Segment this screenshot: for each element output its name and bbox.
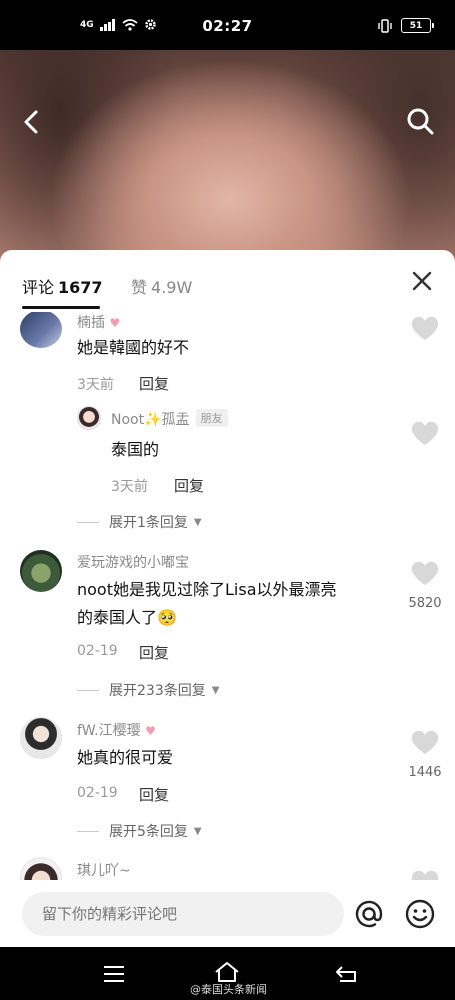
tab-likes-count: 4.9W <box>151 278 193 297</box>
comment-text-line: 的泰国人了🥺 <box>77 608 177 627</box>
broken-heart-icon: ♥ <box>109 316 121 330</box>
watermark: @泰国头条新闻 <box>190 983 267 996</box>
avatar[interactable] <box>20 312 62 348</box>
friend-badge: 朋友 <box>195 409 228 427</box>
emoji-icon[interactable] <box>404 898 436 930</box>
chevron-down-icon: ▼ <box>211 684 220 696</box>
comment-sheet: 评论 1677 赞 4.9W 楠插 ♥ 她是韓國的好不 3天前 回复 Noot✨孤盂… <box>0 250 455 947</box>
active-tab-indicator <box>22 306 100 309</box>
avatar[interactable] <box>20 550 62 592</box>
comment-time: 02-19 <box>77 785 118 801</box>
expand-replies-button[interactable]: 展开1条回复 ▼ <box>77 512 202 532</box>
comment-text: 她是韓國的好不 <box>77 338 190 357</box>
reply-button[interactable]: 回复 <box>174 475 204 496</box>
status-bar: 4G 02:27 51 <box>0 0 455 50</box>
comment-item: 爱玩游戏的小嘟宝 noot她是我见过除了Lisa以外最漂亮 的泰国人了🥺 02-… <box>0 550 455 710</box>
battery-level: 51 <box>409 20 423 31</box>
comment-item: fW.江樱璎 ♥ 她真的很可爱 02-19 回复 1446 展开5条回复 ▼ <box>0 717 455 847</box>
tab-likes[interactable]: 赞 4.9W <box>131 274 192 298</box>
tab-comments[interactable]: 评论 1677 <box>22 274 103 298</box>
avatar[interactable] <box>77 406 101 430</box>
status-icons-right: 51 <box>377 18 434 33</box>
comment-time: 02-19 <box>77 643 118 659</box>
mention-at-icon[interactable] <box>353 898 385 930</box>
system-nav-bar: @泰国头条新闻 <box>0 947 455 1000</box>
like-count: 5820 <box>408 596 442 611</box>
avatar[interactable] <box>20 857 62 880</box>
reply-text: 泰国的 <box>111 440 160 459</box>
heart-like-icon[interactable] <box>410 560 440 586</box>
comment-username[interactable]: 琪儿吖~ <box>77 860 131 880</box>
comment-list[interactable]: 楠插 ♥ 她是韓國的好不 3天前 回复 Noot✨孤盂 朋友 泰国的 3天前 回复… <box>0 312 455 880</box>
comment-username[interactable]: 楠插 ♥ <box>77 312 120 332</box>
tab-comments-label: 评论 <box>22 278 55 297</box>
divider <box>77 689 99 691</box>
comment-tabs: 评论 1677 赞 4.9W <box>0 250 455 312</box>
close-icon[interactable] <box>411 270 433 292</box>
avatar[interactable] <box>20 717 62 759</box>
battery-icon: 51 <box>401 18 434 33</box>
comment-time: 3天前 <box>77 377 114 393</box>
comment-text: noot她是我见过除了Lisa以外最漂亮 的泰国人了🥺 <box>77 576 387 632</box>
vibrate-icon <box>378 18 392 33</box>
broken-heart-icon: ♥ <box>145 724 156 738</box>
reply-button[interactable]: 回复 <box>139 373 169 394</box>
chevron-down-icon: ▼ <box>193 516 202 528</box>
comment-text: 她真的很可爱 <box>77 748 174 767</box>
reply-button[interactable]: 回复 <box>139 642 169 663</box>
reply-username[interactable]: Noot✨孤盂 朋友 <box>111 409 228 429</box>
like-count: 1446 <box>408 765 442 780</box>
comment-username[interactable]: 爱玩游戏的小嘟宝 <box>77 552 189 572</box>
heart-like-icon[interactable] <box>410 729 440 755</box>
comment-item: 楠插 ♥ 她是韓國的好不 3天前 回复 <box>0 312 455 402</box>
comment-text-line: noot她是我见过除了Lisa以外最漂亮 <box>77 580 337 599</box>
chevron-down-icon: ▼ <box>193 825 202 837</box>
tab-likes-label: 赞 <box>131 278 148 297</box>
back-arrow-icon[interactable] <box>18 108 46 136</box>
menu-icon[interactable] <box>102 963 126 985</box>
heart-like-icon[interactable] <box>410 869 440 880</box>
reply-time: 3天前 <box>111 479 148 495</box>
divider <box>77 830 99 832</box>
home-icon[interactable] <box>213 961 241 983</box>
heart-like-icon[interactable] <box>410 315 440 341</box>
comment-input-bar <box>0 880 455 947</box>
reply-button[interactable]: 回复 <box>139 784 169 805</box>
comment-item: 琪儿吖~ <box>0 857 455 880</box>
back-nav-icon[interactable] <box>334 963 358 985</box>
expand-replies-button[interactable]: 展开233条回复 ▼ <box>77 680 219 700</box>
search-icon[interactable] <box>405 106 435 136</box>
comment-username[interactable]: fW.江樱璎 ♥ <box>77 720 156 740</box>
comment-input[interactable] <box>22 892 344 936</box>
heart-like-icon[interactable] <box>410 420 440 446</box>
video-preview[interactable] <box>0 50 455 270</box>
reply-item: Noot✨孤盂 朋友 泰国的 3天前 回复 展开1条回复 ▼ <box>0 400 455 532</box>
tab-comments-count: 1677 <box>58 278 103 297</box>
divider <box>77 521 99 523</box>
expand-replies-button[interactable]: 展开5条回复 ▼ <box>77 821 202 841</box>
